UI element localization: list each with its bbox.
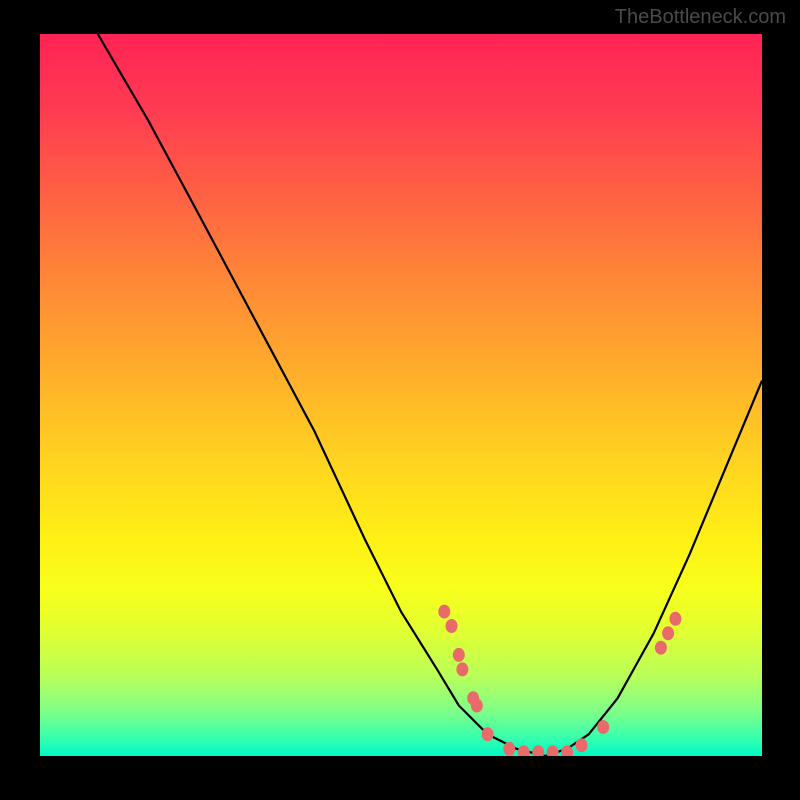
curve-marker	[453, 648, 465, 662]
curve-marker	[503, 742, 515, 756]
chart-svg	[40, 34, 762, 756]
curve-marker	[482, 727, 494, 741]
curve-marker	[456, 662, 468, 676]
curve-markers	[438, 605, 681, 756]
curve-marker	[662, 626, 674, 640]
curve-marker	[446, 619, 458, 633]
curve-marker	[669, 612, 681, 626]
curve-marker	[532, 745, 544, 756]
curve-marker	[518, 745, 530, 756]
watermark-text: TheBottleneck.com	[615, 6, 786, 29]
curve-marker	[597, 720, 609, 734]
curve-marker	[576, 738, 588, 752]
curve-marker	[438, 605, 450, 619]
curve-marker	[655, 641, 667, 655]
curve-marker	[547, 745, 559, 756]
chart-plot-area	[40, 34, 762, 756]
curve-marker	[471, 699, 483, 713]
